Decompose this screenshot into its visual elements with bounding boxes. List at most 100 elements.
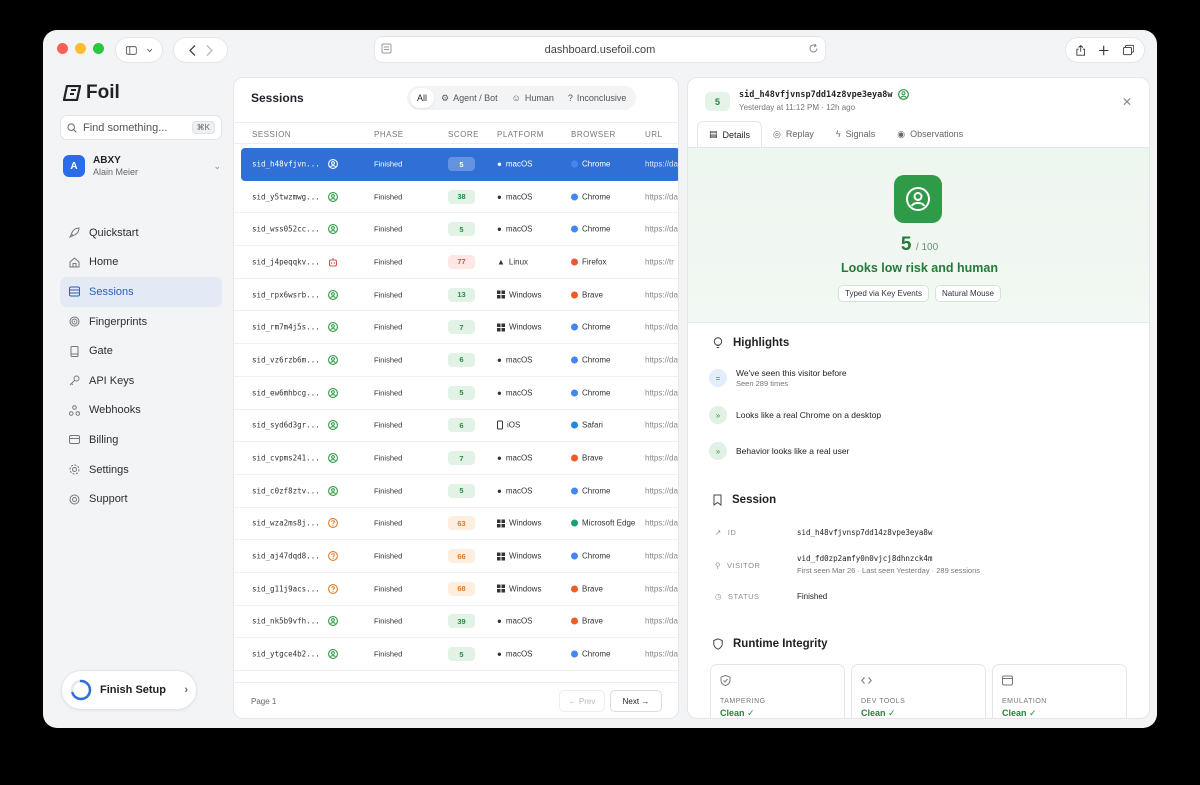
filter-human[interactable]: ☺ Human	[505, 88, 561, 108]
account-switcher[interactable]: A ABXY Alain Meier ⌄	[63, 152, 221, 180]
sidebar-item-settings[interactable]: Settings	[60, 455, 222, 485]
risk-summary: 5 / 100 Looks low risk and human Typed v…	[688, 147, 1149, 323]
gate-icon	[68, 345, 80, 357]
table-row[interactable]: sid_c0zf8ztv... Finished 5 ● macOS Chrome http…	[234, 475, 678, 508]
filter-all[interactable]: All	[410, 88, 435, 108]
table-row[interactable]: sid_rm7m4j5s... Finished 7 Windows Chrome htt…	[234, 311, 678, 345]
finish-setup-button[interactable]: Finish Setup ›	[61, 670, 197, 710]
tab-observations[interactable]: ◉ Observations	[886, 121, 974, 147]
sidebar-item-billing[interactable]: Billing	[60, 425, 222, 455]
back-icon[interactable]	[188, 44, 196, 56]
forward-icon[interactable]	[206, 44, 213, 56]
session-id: sid_cvpms241...	[252, 453, 320, 463]
phase: Finished	[374, 159, 403, 169]
address-bar[interactable]: dashboard.usefoil.com	[374, 36, 826, 63]
eye-icon: ◉	[897, 128, 906, 139]
prev-page-button[interactable]: ← Prev	[559, 690, 605, 712]
firefox-icon	[571, 258, 578, 266]
phase: Finished	[374, 388, 403, 398]
sidebar-item-sessions[interactable]: Sessions	[60, 277, 222, 307]
column-header-platform[interactable]: PLATFORM	[497, 130, 544, 139]
tab-replay[interactable]: ◎ Replay	[762, 121, 825, 147]
sidebar-item-webhooks[interactable]: Webhooks	[60, 396, 222, 426]
session-filters: All ⚙ Agent / Bot ☺ Human ? Inconclusive	[407, 86, 637, 110]
maximize-window-button[interactable]	[93, 43, 104, 54]
new-tab-icon[interactable]	[1099, 45, 1109, 56]
session-id: sid_aj47dqd8...	[252, 551, 320, 561]
column-header-phase[interactable]: PHASE	[374, 130, 404, 139]
phase: Finished	[374, 486, 403, 496]
bookmark-icon	[713, 494, 722, 506]
table-row[interactable]: sid_g11j9acs... Finished 68 Windows Brave htt…	[234, 573, 678, 606]
table-row[interactable]: sid_ew6mhbcg... Finished 5 ● macOS Chrome http…	[234, 377, 678, 410]
browser: Chrome	[571, 160, 640, 169]
sidebar-item-api-keys[interactable]: API Keys	[60, 366, 222, 396]
macos-icon: ●	[497, 192, 502, 202]
column-header-session[interactable]: SESSION	[252, 130, 291, 139]
column-header-score[interactable]: SCORE	[448, 130, 479, 139]
runtime-integrity-heading: Runtime Integrity	[713, 638, 828, 650]
table-row[interactable]: sid_vz6rzb6m... Finished 6 ● macOS Chrome http…	[234, 344, 678, 377]
phase: Finished	[374, 420, 403, 430]
table-row[interactable]: sid_ytgce4b2... Finished 5 ● macOS Chrome http…	[234, 638, 678, 671]
tab-label: Details	[722, 129, 751, 140]
score-badge: 5	[448, 157, 475, 172]
session-id: sid_wza2ms8j...	[252, 518, 320, 528]
app-logo[interactable]: Foil	[63, 82, 120, 104]
filter-agent-bot[interactable]: ⚙ Agent / Bot	[434, 88, 505, 109]
table-row[interactable]: sid_nk5b9vfh... Finished 39 ● macOS Brave http…	[234, 606, 678, 639]
tab-details[interactable]: ▤ Details	[697, 121, 763, 147]
table-row[interactable]: sid_y5twzmwg... Finished 38 ● macOS Chrome htt…	[234, 181, 678, 214]
session-id: sid_y5twzmwg...	[252, 192, 320, 202]
highlight-item: » Behavior looks like a real user	[709, 442, 849, 460]
table-row[interactable]: sid_syd6d3gr... Finished 6 iOS Safari https:/…	[234, 410, 678, 443]
table-row[interactable]: sid_wza2ms8j... Finished 63 Windows Microsof…	[234, 508, 678, 541]
table-row[interactable]: sid_cvpms241... Finished 7 ● macOS Brave https…	[234, 442, 678, 475]
column-header-url[interactable]: URL	[645, 130, 663, 139]
reload-icon[interactable]	[808, 43, 819, 54]
table-row[interactable]: sid_wss052cc... Finished 5 ● macOS Chrome http…	[234, 213, 678, 247]
field-value[interactable]: sid_h48vfjvnsp7dd14z8vpe3eya8w	[797, 528, 932, 537]
column-header-browser[interactable]: BROWSER	[571, 130, 616, 139]
sidebar-item-quickstart[interactable]: Quickstart	[60, 218, 222, 248]
share-icon[interactable]	[1076, 44, 1085, 57]
next-page-button[interactable]: Next →	[610, 690, 662, 712]
browser: Chrome	[571, 225, 640, 234]
lightbulb-icon	[713, 337, 723, 348]
url: https://da	[645, 159, 678, 169]
score-badge: 5	[705, 92, 730, 111]
table-row[interactable]: sid_h48vfjvn... Finished 5 ● macOS Chrome http…	[241, 148, 678, 181]
human-icon	[328, 322, 338, 333]
sidebar-item-fingerprints[interactable]: Fingerprints	[60, 307, 222, 337]
rocket-icon	[68, 227, 80, 239]
sidebar-toggle-button[interactable]	[115, 37, 163, 63]
table-row[interactable]: sid_rpx6wsrb... Finished 13 Windows Brave htt…	[234, 279, 678, 312]
sidebar-item-home[interactable]: Home	[60, 248, 222, 278]
url: https://da	[645, 518, 678, 528]
tabs-overview-icon[interactable]	[1122, 44, 1134, 56]
windows-icon	[497, 552, 505, 561]
close-window-button[interactable]	[57, 43, 68, 54]
support-icon	[68, 493, 80, 505]
sidebar-item-support[interactable]: Support	[60, 484, 222, 514]
tab-signals[interactable]: ϟ Signals	[825, 121, 886, 147]
browser: Brave	[571, 584, 640, 593]
pagination: Page 1 ← Prev Next →	[234, 682, 678, 718]
platform: ● macOS	[497, 388, 533, 397]
sidebar-item-gate[interactable]: Gate	[60, 336, 222, 366]
phase: Finished	[374, 551, 403, 561]
visitor-id[interactable]: vid_fd0zp2amfy0n0vjcj8dhnzck4m	[797, 554, 980, 563]
table-row[interactable]: sid_j4peqqkv... Finished 77 ▲ Linux Firefox ht…	[234, 246, 678, 279]
question-icon: ?	[567, 93, 573, 103]
minimize-window-button[interactable]	[75, 43, 86, 54]
sidebar-item-label: Settings	[89, 463, 129, 476]
sidebar-search[interactable]: Find something... ⌘K	[60, 115, 222, 140]
key-icon	[68, 375, 80, 387]
card-value: Clean ✓	[861, 708, 896, 718]
close-icon[interactable]: ✕	[1122, 95, 1132, 109]
table-row[interactable]: sid_aj47dqd8... Finished 66 Windows Chrome ht…	[234, 540, 678, 573]
replay-icon: ◎	[773, 128, 781, 139]
filter-inconclusive[interactable]: ? Inconclusive	[561, 88, 634, 108]
gear-icon	[68, 464, 80, 476]
browser-label: Chrome	[582, 159, 611, 169]
